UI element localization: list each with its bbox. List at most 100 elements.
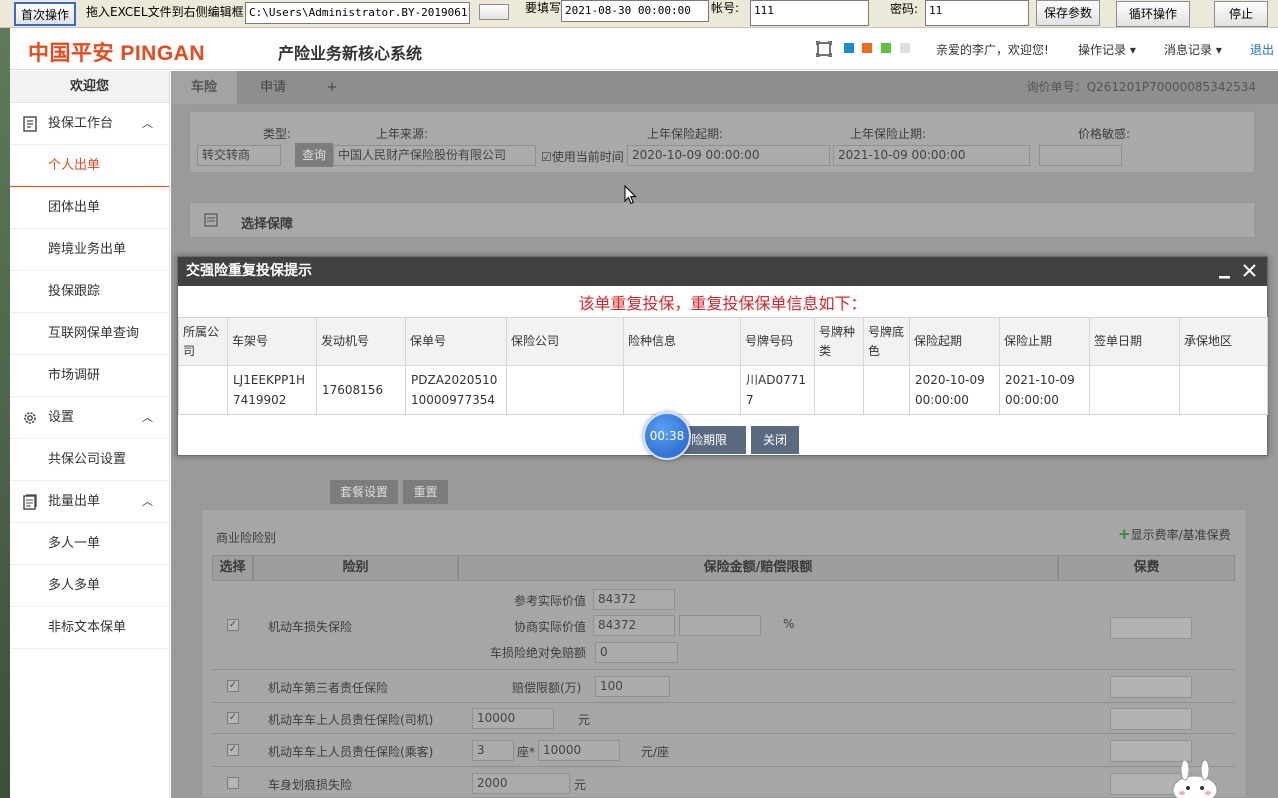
app-header: 中国平安 PINGAN 产险业务新核心系统 亲爱的李广，欢迎您! 操作记录 ▾ … [10,28,1278,70]
fill-date-input[interactable]: 2021-08-30 00:00:00 [561,0,709,22]
save-params-button[interactable]: 保存参数 [1036,0,1100,26]
ref-value-field[interactable]: 84372 [593,589,675,610]
row-checkbox[interactable]: ✓ [227,619,239,631]
driver-amount-field[interactable]: 10000 [472,708,554,729]
op-log-menu[interactable]: 操作记录 ▾ [1078,41,1136,58]
sidebar-item-nonstandard[interactable]: 非标文本保单 [10,607,169,649]
col-type-header: 险别 [253,555,458,581]
field-label: 协商实际价值 [514,620,587,634]
sidebar-item-multi-multi[interactable]: 多人多单 [10,565,169,607]
table-row: LJ1EEKPP1H7419902 17608156 PDZA202051010… [178,365,1268,415]
browse-button[interactable] [479,4,509,20]
deductible-select[interactable]: 0 [595,642,678,663]
file-path-input[interactable]: C:\Users\Administrator.BY-20190611114 [245,2,470,24]
ratio-spinner[interactable] [679,615,761,636]
theme-blue-swatch[interactable] [844,43,854,53]
row-checkbox[interactable]: ✓ [227,712,239,724]
unit-label: 元 [574,778,587,792]
theme-gray-swatch[interactable] [900,43,910,53]
password-input[interactable]: 11 [925,0,1029,26]
row-checkbox[interactable] [227,777,239,789]
use-current-time-checkbox[interactable]: ☑使用当前时间 [541,148,624,165]
cell-engine: 17608156 [316,365,406,415]
premium-field[interactable] [1110,617,1192,639]
dialog-title: 交强险重复投保提示 [186,263,312,279]
msg-log-menu[interactable]: 消息记录 ▾ [1164,41,1222,58]
sidebar-item-internet-query[interactable]: 互联网保单查询 [10,313,169,355]
sidebar-item-tracking[interactable]: 投保跟踪 [10,271,169,313]
prev-year-panel: 类型: 转交转商 查询 上年来源: 中国人民财产保险股份有限公司 ☑使用当前时间… [189,111,1255,173]
col-coverage-info: 险种信息 [623,317,741,366]
cell-plate-type [814,365,864,415]
negotiated-value-field[interactable]: 84372 [593,615,675,636]
row-checkbox[interactable]: ✓ [227,744,239,756]
account-input[interactable]: 111 [750,0,869,26]
table-row: ✓ 机动车损失保险 参考实际价值 84372 协商实际价值 84372 % 车损… [212,581,1235,670]
countdown-timer: 00:38 [643,412,691,460]
scratch-amount-select[interactable]: 2000 [472,773,570,794]
col-engine: 发动机号 [316,317,406,366]
tab-auto[interactable]: 车险 [171,71,237,104]
pingan-logo: 中国平安 PINGAN [28,42,206,65]
prev-start-field[interactable]: 2020-10-09 00:00:00 [627,145,830,166]
unit-label: 元 [578,713,591,727]
cell-policy-no: PDZA202051010000977354 [405,365,507,415]
premium-field[interactable] [1110,740,1192,762]
close-button[interactable]: 关闭 [751,426,799,454]
minimize-icon[interactable] [1218,267,1231,280]
coverage-name: 机动车第三者责任保险 [268,681,389,695]
sidebar-item-crossborder[interactable]: 跨境业务出单 [10,229,169,271]
sidebar-group-label: 投保工作台 [48,116,114,131]
prev-source-field[interactable]: 中国人民财产保险股份有限公司 [333,145,536,166]
loop-op-button[interactable]: 循环操作 [1116,1,1190,27]
sidebar-item-coinsurance[interactable]: 共保公司设置 [10,439,169,481]
prev-end-field[interactable]: 2021-10-09 00:00:00 [833,145,1030,166]
first-op-button[interactable]: 首次操作 [14,2,76,26]
list-icon [204,213,218,227]
seats-field[interactable]: 3 [472,740,514,761]
cell-region [1179,365,1268,415]
sidebar-group-workbench[interactable]: 投保工作台 ︿ [10,103,169,145]
row-checkbox[interactable]: ✓ [227,680,239,692]
col-policy-no: 保单号 [405,317,507,366]
show-rate-link[interactable]: +显示费率/基准保费 [1118,525,1231,543]
col-plate-no: 号牌号码 [740,317,815,366]
sidebar-item-multi-one[interactable]: 多人一单 [10,523,169,565]
cell-vin: LJ1EEKPP1H7419902 [227,365,317,415]
sidebar-group-batch[interactable]: 批量出单 ︿ [10,481,169,523]
stop-button[interactable]: 停止 [1214,1,1268,27]
premium-field[interactable] [1110,676,1192,698]
theme-green-swatch[interactable] [881,43,891,53]
reset-button[interactable]: 重置 [403,480,448,504]
sidebar-group-settings[interactable]: 设置 ︿ [10,397,169,439]
sidebar-item-personal[interactable]: 个人出单 [10,145,169,187]
op-log-label: 操作记录 [1078,43,1127,57]
premium-field[interactable] [1110,708,1192,730]
col-region: 承保地区 [1179,317,1268,366]
sidebar-item-group[interactable]: 团体出单 [10,187,169,229]
duplicate-notice: 该单重复投保，重复投保保单信息如下： [578,294,867,313]
theme-orange-swatch[interactable] [862,43,872,53]
passenger-amount-field[interactable]: 10000 [538,740,620,761]
type-field[interactable]: 转交转商 [197,145,281,166]
fullscreen-icon[interactable] [816,41,832,57]
logout-link[interactable]: 退出 [1250,41,1274,58]
sidebar-group-label: 批量出单 [48,494,101,509]
third-party-limit-select[interactable]: 100 [595,676,670,697]
query-button[interactable]: 查询 [295,143,333,167]
field-label: 赔偿限额(万) [512,681,582,695]
table-header-row: 所属公司 车架号 发动机号 保单号 保险公司 险种信息 号牌号码 号牌种类 号牌… [178,317,1268,366]
tab-apply[interactable]: 申请 [237,71,309,104]
caret-down-icon: ▾ [1215,43,1222,57]
cell-coverage-info [623,365,741,415]
tab-add[interactable]: + [311,71,353,104]
price-sense-field[interactable] [1039,145,1122,166]
close-icon[interactable] [1242,263,1257,278]
caret-down-icon: ▾ [1129,43,1136,57]
sidebar-item-market-research[interactable]: 市场调研 [10,355,169,397]
commercial-title: 商业险险别 [216,531,277,545]
package-settings-button[interactable]: 套餐设置 [330,480,398,504]
greeting-text: 亲爱的李广，欢迎您! [936,43,1049,57]
use-current-time-label: 使用当前时间 [551,150,624,164]
batch-icon [23,494,37,510]
